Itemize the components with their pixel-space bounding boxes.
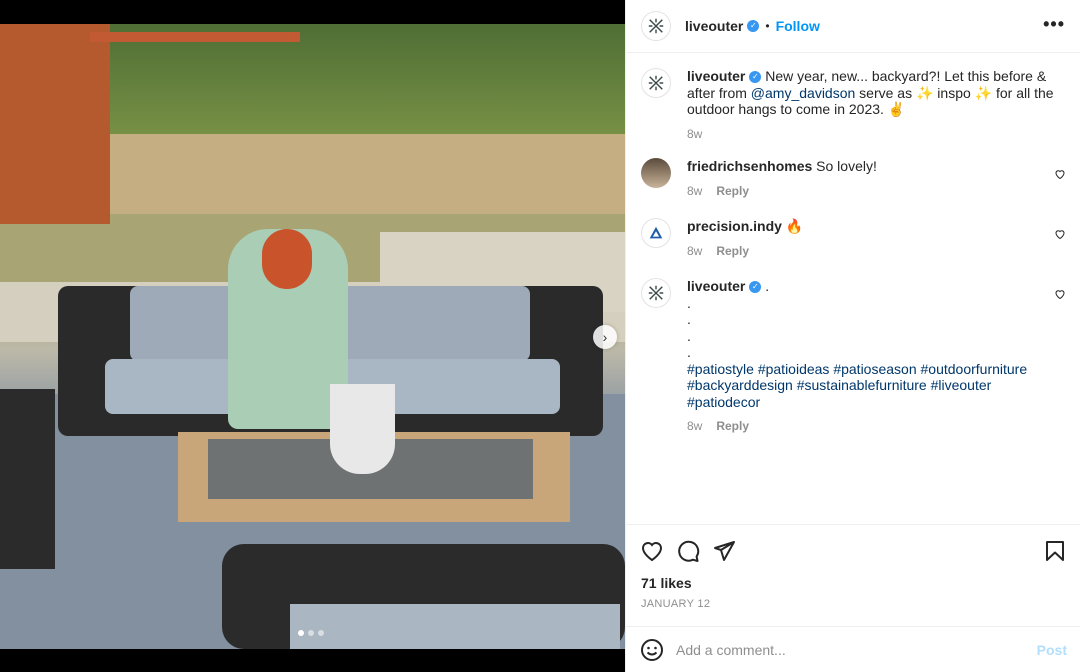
post-button[interactable]: Post <box>1037 642 1067 658</box>
reply-button[interactable]: Reply <box>716 184 749 198</box>
comments-list: liveouter ✓ New year, new... backyard?! L… <box>626 54 1080 524</box>
hashtags[interactable]: #patiostyle #patioideas #patioseason #ou… <box>687 361 1057 411</box>
emoji-icon[interactable] <box>640 638 664 662</box>
post-side-panel: liveouter ✓ • Follow ••• liveouter ✓ New … <box>625 0 1080 672</box>
follow-button[interactable]: Follow <box>776 18 820 34</box>
dot-line: . <box>687 344 691 360</box>
liveouter-logo-icon <box>648 18 664 34</box>
reply-button[interactable]: Reply <box>716 244 749 258</box>
action-bar: 71 likes JANUARY 12 <box>626 524 1080 626</box>
comment-time[interactable]: 8w <box>687 184 702 198</box>
photo-plant <box>330 384 395 474</box>
photo-chair-seat <box>290 604 620 649</box>
post-header: liveouter ✓ • Follow ••• <box>626 0 1080 53</box>
photo-left-chair <box>0 389 55 569</box>
chevron-right-icon[interactable]: › <box>593 325 617 349</box>
heart-icon[interactable] <box>1054 288 1066 300</box>
avatar[interactable] <box>641 218 671 248</box>
post-photo[interactable] <box>0 24 625 649</box>
add-comment-bar: Post <box>626 626 1080 672</box>
likes-count[interactable]: 71 likes <box>641 575 692 591</box>
avatar[interactable] <box>641 68 671 98</box>
photo-playset <box>0 24 110 224</box>
carousel-dot-1 <box>298 630 304 636</box>
verified-icon: ✓ <box>749 71 762 84</box>
share-icon[interactable] <box>712 539 736 563</box>
verified-icon: ✓ <box>749 281 762 294</box>
comment-text: 🔥 <box>785 218 804 234</box>
comment-username[interactable]: liveouter <box>687 278 745 294</box>
bookmark-icon[interactable] <box>1043 539 1067 563</box>
photo-person-hair <box>262 229 312 289</box>
verified-icon: ✓ <box>747 20 760 32</box>
post-date[interactable]: JANUARY 12 <box>641 598 710 610</box>
separator-dot: • <box>765 19 770 33</box>
caption-username[interactable]: liveouter <box>687 68 745 84</box>
avatar[interactable] <box>641 11 671 41</box>
carousel-dot-2 <box>308 630 314 636</box>
heart-icon[interactable] <box>640 539 664 563</box>
comment-username[interactable]: friedrichsenhomes <box>687 158 812 174</box>
caption-time[interactable]: 8w <box>687 127 702 141</box>
comment-input[interactable] <box>676 641 1037 658</box>
precision-logo-icon <box>649 226 663 239</box>
post-author[interactable]: liveouter <box>685 18 743 34</box>
avatar[interactable] <box>641 158 671 188</box>
mention-link[interactable]: @amy_davidson <box>751 85 856 101</box>
heart-icon[interactable] <box>1054 228 1066 240</box>
list-item: friedrichsenhomes So lovely! 8w Reply <box>641 158 1066 208</box>
liveouter-logo-icon <box>648 285 664 301</box>
comment-time[interactable]: 8w <box>687 244 702 258</box>
comment-text: . <box>765 278 770 294</box>
post-media: › <box>0 0 625 672</box>
heart-icon[interactable] <box>1054 168 1066 180</box>
comment-icon[interactable] <box>676 539 700 563</box>
avatar[interactable] <box>641 278 671 308</box>
dot-line: . <box>687 294 691 311</box>
reply-button[interactable]: Reply <box>716 419 749 433</box>
dot-line: . <box>687 327 691 344</box>
list-item: precision.indy 🔥 8w Reply <box>641 218 1066 268</box>
liveouter-logo-icon <box>648 75 664 91</box>
comment-username[interactable]: precision.indy <box>687 218 782 234</box>
more-options-icon[interactable]: ••• <box>1043 14 1065 35</box>
comment-text: So lovely! <box>816 158 877 174</box>
dot-line: . <box>687 311 691 327</box>
carousel-dot-3 <box>318 630 324 636</box>
photo-swing-beam <box>90 32 300 42</box>
caption: liveouter ✓ New year, new... backyard?! L… <box>641 68 1066 158</box>
carousel-dots <box>298 630 324 636</box>
list-item: liveouter ✓ . . . . . #patiostyle #patioi… <box>641 278 1066 438</box>
comment-time[interactable]: 8w <box>687 419 702 433</box>
